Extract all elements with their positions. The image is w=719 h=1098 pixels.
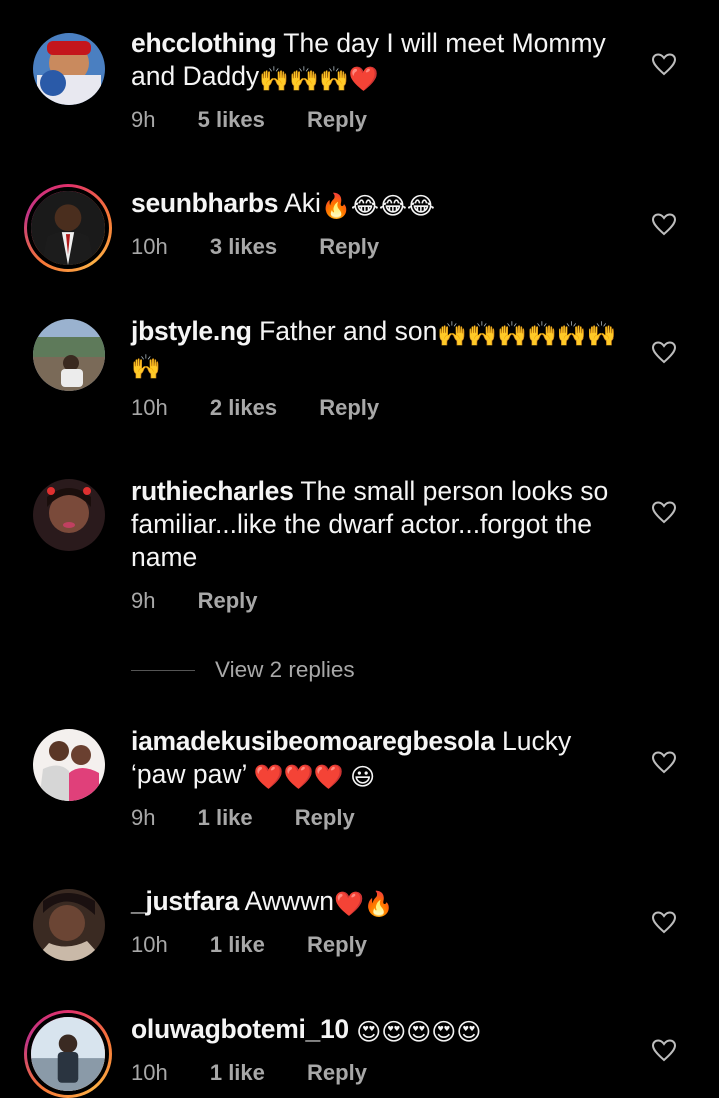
view-replies-label: View 2 replies bbox=[215, 657, 355, 682]
comment-meta: 10h 2 likes Reply bbox=[131, 395, 415, 421]
emoji-group: 🙌🙌🙌❤️ bbox=[259, 66, 379, 93]
username[interactable]: ruthiecharles bbox=[131, 476, 294, 506]
timestamp: 9h bbox=[131, 588, 156, 613]
reply-button[interactable]: Reply bbox=[307, 107, 367, 133]
comment-text: iamadekusibeomoaregbesola Lucky ‘paw paw… bbox=[131, 725, 631, 791]
likes-count[interactable]: 3 likes bbox=[210, 234, 277, 260]
comment-body: Father and son bbox=[259, 316, 438, 346]
username[interactable]: seunbharbs bbox=[131, 188, 279, 218]
avatar[interactable] bbox=[33, 729, 105, 801]
emoji-group: 🙌 bbox=[131, 354, 161, 381]
divider bbox=[131, 669, 195, 671]
username[interactable]: ehcclothing bbox=[131, 28, 277, 58]
username[interactable]: oluwagbotemi_10 bbox=[131, 1014, 349, 1044]
view-replies-button[interactable]: View 2 replies bbox=[131, 654, 355, 686]
comment-body: Awwwn bbox=[244, 886, 335, 916]
avatar[interactable] bbox=[33, 479, 105, 551]
heart-outline-icon[interactable] bbox=[651, 212, 677, 236]
emoji-group: 🙌🙌🙌🙌🙌🙌 bbox=[437, 321, 617, 348]
heart-outline-icon[interactable] bbox=[651, 340, 677, 364]
emoji-group: 😍😍😍😍😍 bbox=[356, 1019, 482, 1046]
comment-text: ruthiecharles The small person looks so … bbox=[131, 475, 631, 574]
heart-outline-icon[interactable] bbox=[651, 52, 677, 76]
reply-button[interactable]: Reply bbox=[307, 932, 367, 958]
reply-button[interactable]: Reply bbox=[319, 395, 379, 421]
emoji-group: 🔥😂😂😂 bbox=[320, 193, 435, 220]
likes-count[interactable]: 2 likes bbox=[210, 395, 277, 421]
timestamp: 10h bbox=[131, 395, 168, 420]
comment-meta: 10h 3 likes Reply bbox=[131, 234, 415, 260]
timestamp: 10h bbox=[131, 1060, 168, 1085]
heart-outline-icon[interactable] bbox=[651, 910, 677, 934]
likes-count[interactable]: 5 likes bbox=[198, 107, 265, 133]
timestamp: 9h bbox=[131, 805, 156, 830]
comment-meta: 9h Reply bbox=[131, 588, 294, 614]
username[interactable]: iamadekusibeomoaregbesola bbox=[131, 726, 495, 756]
heart-outline-icon[interactable] bbox=[651, 1038, 677, 1062]
reply-button[interactable]: Reply bbox=[307, 1060, 367, 1086]
likes-count[interactable]: 1 like bbox=[210, 932, 265, 958]
comment-text: seunbharbs Aki🔥😂😂😂 bbox=[131, 187, 631, 220]
username[interactable]: jbstyle.ng bbox=[131, 316, 252, 346]
username[interactable]: _justfara bbox=[131, 886, 239, 916]
reply-button[interactable]: Reply bbox=[319, 234, 379, 260]
comment-meta: 10h 1 like Reply bbox=[131, 932, 403, 958]
timestamp: 9h bbox=[131, 107, 156, 132]
likes-count[interactable]: 1 like bbox=[210, 1060, 265, 1086]
avatar[interactable] bbox=[24, 1010, 112, 1098]
reply-button[interactable]: Reply bbox=[198, 588, 258, 614]
heart-outline-icon[interactable] bbox=[651, 500, 677, 524]
comment-text: ehcclothing The day I will meet Mommy an… bbox=[131, 27, 631, 93]
comment-text: oluwagbotemi_10 😍😍😍😍😍 bbox=[131, 1013, 631, 1046]
emoji-group: ❤️🔥 bbox=[334, 891, 394, 918]
avatar[interactable] bbox=[33, 33, 105, 105]
avatar[interactable] bbox=[33, 889, 105, 961]
comment-meta: 10h 1 like Reply bbox=[131, 1060, 403, 1086]
likes-count[interactable]: 1 like bbox=[198, 805, 253, 831]
comment-text: jbstyle.ng Father and son🙌🙌🙌🙌🙌🙌 🙌 bbox=[131, 315, 631, 381]
comment-meta: 9h 1 like Reply bbox=[131, 805, 391, 831]
reply-button[interactable]: Reply bbox=[295, 805, 355, 831]
emoji-group: ❤️❤️❤️ 😃 bbox=[253, 764, 376, 791]
comment-meta: 9h 5 likes Reply bbox=[131, 107, 403, 133]
comment-body: Aki bbox=[284, 188, 321, 218]
timestamp: 10h bbox=[131, 932, 168, 957]
comment-text: _justfara Awwwn❤️🔥 bbox=[131, 885, 631, 918]
timestamp: 10h bbox=[131, 234, 168, 259]
avatar[interactable] bbox=[24, 184, 112, 272]
avatar[interactable] bbox=[33, 319, 105, 391]
heart-outline-icon[interactable] bbox=[651, 750, 677, 774]
